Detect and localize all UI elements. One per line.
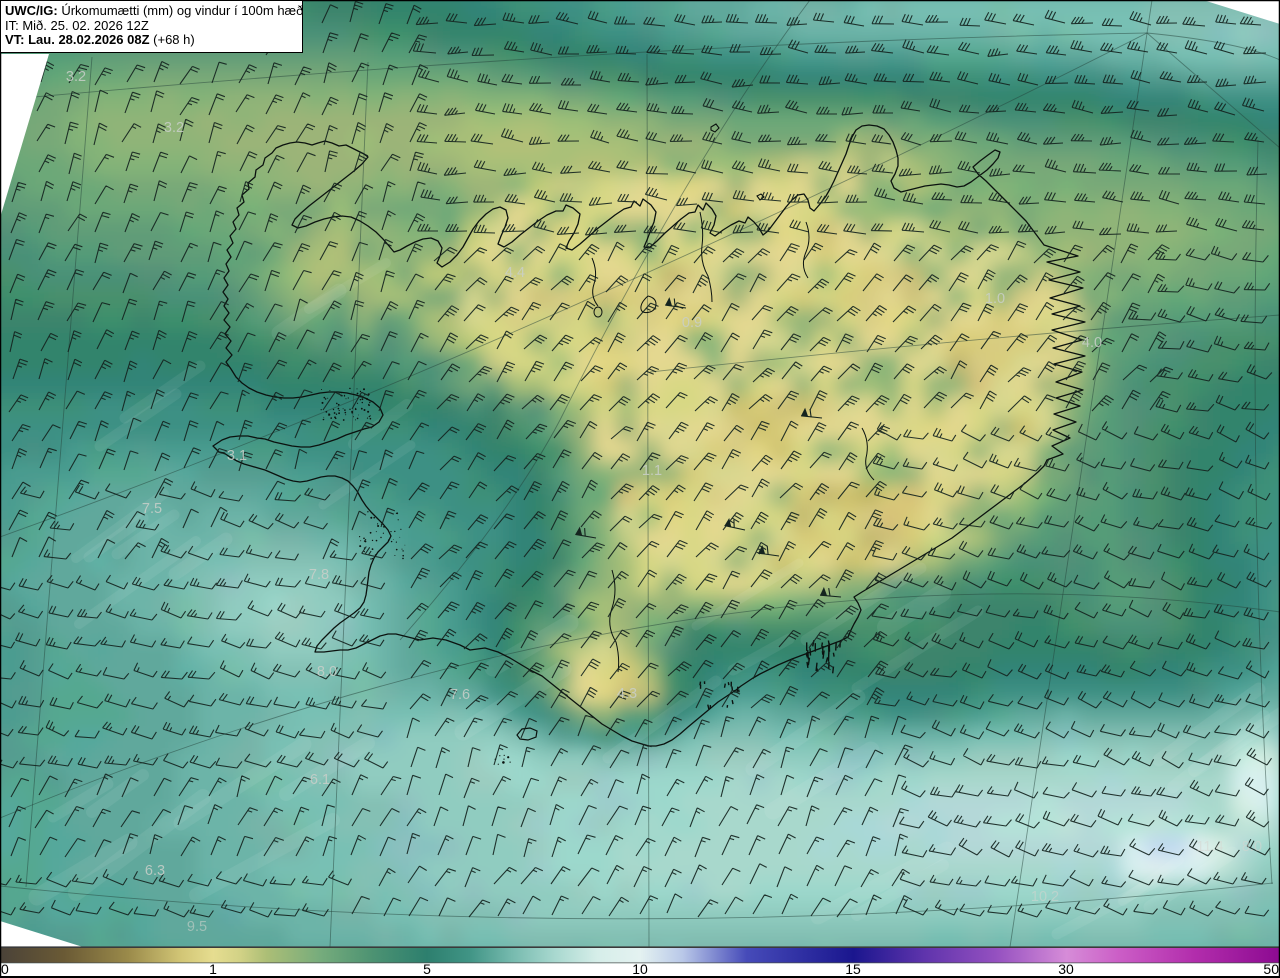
svg-text:3.2: 3.2 xyxy=(66,69,86,85)
svg-text:7.8: 7.8 xyxy=(309,567,329,583)
svg-text:10: 10 xyxy=(632,961,648,977)
svg-text:0.9: 0.9 xyxy=(682,315,702,331)
svg-text:7.6: 7.6 xyxy=(450,687,470,703)
svg-text:8.0: 8.0 xyxy=(317,664,337,680)
svg-text:1.1: 1.1 xyxy=(642,463,662,479)
svg-text:5: 5 xyxy=(423,961,431,977)
svg-text:30: 30 xyxy=(1058,961,1074,977)
svg-text:10.2: 10.2 xyxy=(1031,889,1059,905)
svg-text:15: 15 xyxy=(845,961,861,977)
svg-text:11.4: 11.4 xyxy=(1196,839,1223,855)
svg-text:4.0: 4.0 xyxy=(1082,335,1102,351)
svg-text:8.0: 8.0 xyxy=(1242,839,1262,855)
svg-text:1.0: 1.0 xyxy=(985,291,1005,307)
svg-text:3.1: 3.1 xyxy=(227,448,247,464)
svg-text:4.4: 4.4 xyxy=(505,265,525,281)
svg-text:1: 1 xyxy=(209,961,217,977)
svg-text:6.1: 6.1 xyxy=(310,772,330,788)
svg-text:3.2: 3.2 xyxy=(164,120,184,136)
svg-text:7.5: 7.5 xyxy=(142,501,162,517)
svg-text:0: 0 xyxy=(1,961,9,977)
svg-text:9.5: 9.5 xyxy=(187,919,207,935)
svg-text:4.3: 4.3 xyxy=(617,686,637,702)
svg-text:50: 50 xyxy=(1263,961,1279,977)
svg-text:6.3: 6.3 xyxy=(145,863,165,879)
